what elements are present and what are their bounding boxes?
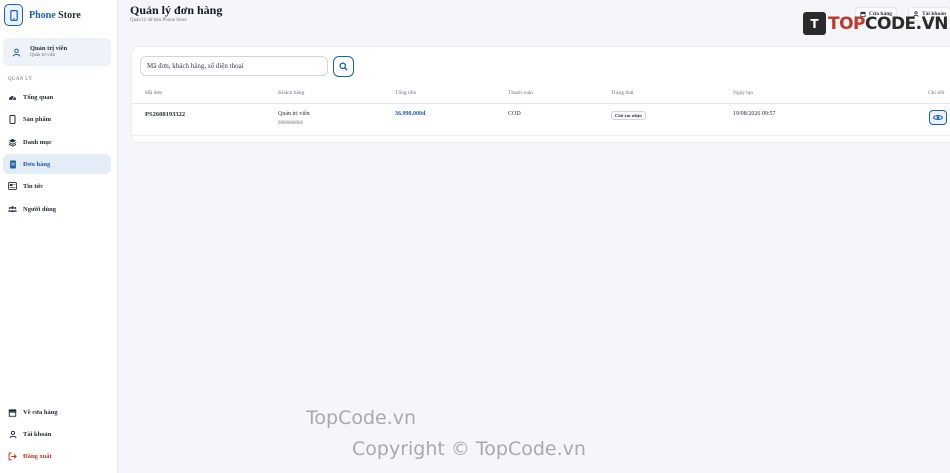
user-icon bbox=[9, 45, 23, 59]
sidebar-item-label: Tài khoản bbox=[23, 430, 52, 438]
payment-method: COD bbox=[508, 111, 521, 117]
brand-name-part1: Phone bbox=[29, 9, 56, 21]
table-bottom-divider bbox=[132, 135, 950, 136]
brand-name-part2: Store bbox=[58, 9, 81, 21]
sidebar-item-categories[interactable]: Danh mục bbox=[3, 132, 111, 152]
sidebar-item-store[interactable]: Về cửa hàng bbox=[3, 402, 111, 422]
order-total: 36.990.000đ bbox=[395, 111, 426, 117]
store-icon bbox=[8, 408, 17, 417]
watermark-copyright: Copyright © TopCode.vn bbox=[352, 438, 586, 460]
view-detail-button[interactable] bbox=[929, 110, 947, 125]
column-header-detail: Chi tiết bbox=[928, 90, 945, 96]
user-card[interactable]: Quản trị viên Quản trị viên bbox=[3, 38, 111, 66]
sidebar-item-news[interactable]: Tin tức bbox=[3, 176, 111, 196]
sidebar-item-label: Người dùng bbox=[23, 205, 56, 213]
sidebar-item-label: Đăng xuất bbox=[23, 452, 52, 460]
page-title: Quản lý đơn hàng bbox=[130, 3, 223, 17]
sidebar-item-orders[interactable]: Đơn hàng bbox=[3, 154, 111, 174]
order-created-at: 19/08/2026 09:57 bbox=[733, 111, 776, 117]
column-header-status: Trạng thái bbox=[611, 90, 634, 96]
gauge-icon bbox=[8, 93, 17, 102]
user-name: Quản trị viên bbox=[30, 45, 68, 53]
brand[interactable]: Phone Store bbox=[4, 4, 81, 26]
search-button[interactable] bbox=[333, 56, 354, 77]
sidebar-section-title: QUẢN LÝ bbox=[8, 77, 33, 82]
sidebar-item-label: Danh mục bbox=[23, 138, 52, 146]
sidebar-item-logout[interactable]: Đăng xuất bbox=[3, 446, 111, 466]
eye-icon bbox=[933, 115, 943, 120]
watermark-text: TopCode.vn bbox=[306, 407, 417, 429]
sidebar-item-users[interactable]: Người dùng bbox=[3, 199, 111, 219]
topcode-logo: T TOPCODE.VN bbox=[803, 12, 949, 35]
search-icon bbox=[339, 62, 348, 71]
sidebar-item-label: Đơn hàng bbox=[23, 160, 51, 168]
sidebar-item-products[interactable]: Sản phẩm bbox=[3, 109, 111, 129]
phone-icon bbox=[4, 4, 23, 26]
column-header-customer: Khách hàng bbox=[278, 90, 305, 96]
topcode-logo-text: TOPCODE.VN bbox=[828, 13, 949, 34]
users-icon bbox=[8, 205, 17, 214]
sidebar-item-label: Tổng quan bbox=[23, 93, 54, 101]
sidebar-item-label: Về cửa hàng bbox=[23, 408, 58, 416]
receipt-icon bbox=[8, 160, 17, 169]
table-header-divider bbox=[132, 103, 950, 104]
sidebar-item-dashboard[interactable]: Tổng quan bbox=[3, 87, 111, 107]
newspaper-icon bbox=[8, 182, 17, 191]
column-header-total: Tổng tiền bbox=[395, 90, 417, 96]
orders-panel: Mã đơn Khách hàng Tổng tiền Thanh toán T… bbox=[131, 46, 950, 143]
topcode-logo-mark: T bbox=[803, 12, 826, 35]
column-header-order-code: Mã đơn bbox=[145, 90, 163, 96]
column-header-created-at: Ngày tạo bbox=[733, 90, 754, 96]
sidebar-item-label: Sản phẩm bbox=[23, 115, 51, 123]
page-subtitle: Quản lý dữ liệu Phone Store bbox=[130, 18, 187, 23]
customer-phone: 0900000000 bbox=[278, 121, 303, 126]
customer-name: Quản trị viên bbox=[278, 111, 310, 117]
brand-name: Phone Store bbox=[29, 10, 81, 21]
user-role: Quản trị viên bbox=[30, 52, 56, 58]
sidebar-item-label: Tin tức bbox=[23, 182, 44, 190]
sidebar-item-account[interactable]: Tài khoản bbox=[3, 424, 111, 444]
status-badge: Chờ xác nhận bbox=[611, 111, 646, 120]
search-input[interactable] bbox=[140, 56, 328, 76]
order-code: PS2608193322 bbox=[145, 111, 186, 118]
logout-icon bbox=[8, 452, 17, 461]
phone-icon bbox=[8, 114, 17, 124]
sidebar: Phone Store Quản trị viên Quản trị viên … bbox=[0, 0, 118, 473]
user-icon bbox=[8, 430, 17, 439]
column-header-payment: Thanh toán bbox=[508, 90, 533, 96]
layers-icon bbox=[8, 138, 17, 147]
